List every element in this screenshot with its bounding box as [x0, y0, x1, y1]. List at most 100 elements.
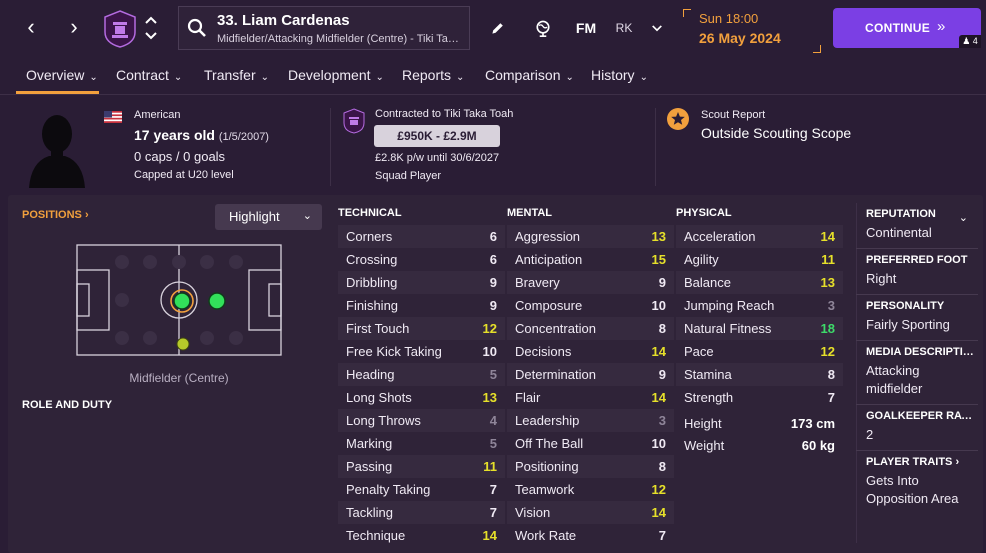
- attribute-row[interactable]: Anticipation 15: [507, 248, 674, 271]
- attribute-row[interactable]: Technique 14: [338, 524, 505, 547]
- attribute-row[interactable]: Passing 11: [338, 455, 505, 478]
- attribute-name: Crossing: [346, 252, 398, 267]
- attribute-row[interactable]: Off The Ball 10: [507, 432, 674, 455]
- edit-icon[interactable]: [488, 16, 508, 40]
- tab-label: Transfer: [204, 67, 256, 83]
- player-traits-section[interactable]: PLAYER TRAITS › Gets Into Opposition Are…: [856, 451, 978, 514]
- goalkeeper-rating-title: GOALKEEPER RATING: [866, 410, 974, 422]
- tab-comparison[interactable]: Comparison ⌄: [485, 67, 574, 83]
- attribute-name: Composure: [515, 298, 583, 313]
- continue-button[interactable]: CONTINUE » ♟ 4: [833, 8, 981, 48]
- attribute-name: Corners: [346, 229, 393, 244]
- attribute-row[interactable]: Teamwork 12: [507, 478, 674, 501]
- physical-title: PHYSICAL: [676, 207, 732, 219]
- tab-development[interactable]: Development ⌄: [288, 67, 384, 83]
- attribute-row[interactable]: Positioning 8: [507, 455, 674, 478]
- personality-value: Fairly Sporting: [866, 317, 950, 332]
- attribute-row[interactable]: Work Rate 7: [507, 524, 674, 547]
- position-pitch: [76, 244, 282, 356]
- attribute-value: 7: [489, 482, 497, 497]
- attribute-row[interactable]: Leadership 3: [507, 409, 674, 432]
- attribute-row[interactable]: Penalty Taking 7: [338, 478, 505, 501]
- positions-link[interactable]: POSITIONS ›: [22, 209, 89, 221]
- tab-bar: Overview ⌄ Contract ⌄ Transfer ⌄ Developmen…: [0, 57, 986, 95]
- chevron-left-icon[interactable]: ‹: [20, 14, 42, 40]
- attribute-row[interactable]: Bravery 9: [507, 271, 674, 294]
- date-day: 26 May 2024: [699, 30, 781, 46]
- tab-reports[interactable]: Reports ⌄: [402, 67, 464, 83]
- attribute-value: 8: [658, 321, 666, 336]
- globe-icon[interactable]: [532, 16, 554, 40]
- tab-label: Contract: [116, 67, 169, 83]
- mental-attributes: MENTAL Aggression 13 Anticipation 15 Bravery…: [507, 207, 674, 547]
- club-badge-icon[interactable]: [103, 10, 137, 48]
- up-down-icon[interactable]: [143, 14, 159, 42]
- scout-report-value[interactable]: Outside Scouting Scope: [701, 125, 851, 141]
- chevron-right-icon[interactable]: ›: [63, 14, 85, 40]
- attribute-row[interactable]: Jumping Reach 3: [676, 294, 843, 317]
- game-date: Sun 18:00 26 May 2024: [683, 9, 821, 53]
- chevron-down-icon[interactable]: [648, 16, 666, 40]
- attribute-name: Balance: [684, 275, 731, 290]
- attribute-row[interactable]: Long Throws 4: [338, 409, 505, 432]
- attribute-row[interactable]: Crossing 6: [338, 248, 505, 271]
- attribute-row[interactable]: Balance 13: [676, 271, 843, 294]
- attribute-row[interactable]: Aggression 13: [507, 225, 674, 248]
- search-icon[interactable]: [187, 18, 207, 38]
- attribute-row[interactable]: Corners 6: [338, 225, 505, 248]
- attribute-value: 14: [651, 390, 666, 405]
- reputation-section[interactable]: REPUTATION Continental ⌄: [856, 203, 978, 249]
- highlight-dropdown[interactable]: Highlight ⌄: [215, 204, 322, 230]
- attribute-value: 13: [651, 229, 666, 244]
- attribute-row[interactable]: Agility 11: [676, 248, 843, 271]
- attribute-value: 3: [827, 298, 835, 313]
- attribute-row[interactable]: Finishing 9: [338, 294, 505, 317]
- tab-history[interactable]: History ⌄: [591, 67, 648, 83]
- player-search-box[interactable]: 33. Liam Cardenas Midfielder/Attacking M…: [178, 6, 470, 50]
- reputation-value: Continental: [866, 225, 932, 240]
- attribute-name: Aggression: [515, 229, 581, 244]
- star-icon: [667, 108, 689, 130]
- chevron-down-icon[interactable]: ⌄: [959, 211, 968, 224]
- attribute-value: 10: [651, 298, 666, 313]
- attribute-value: 10: [482, 344, 497, 359]
- fm-menu-button[interactable]: FM: [573, 16, 599, 40]
- highlight-label: Highlight: [229, 209, 280, 224]
- tab-transfer[interactable]: Transfer ⌄: [204, 67, 269, 83]
- attribute-row[interactable]: Free Kick Taking 10: [338, 340, 505, 363]
- attribute-row[interactable]: Marking 5: [338, 432, 505, 455]
- attribute-row[interactable]: Long Shots 13: [338, 386, 505, 409]
- attribute-row[interactable]: Stamina 8: [676, 363, 843, 386]
- continue-count: 4: [972, 36, 978, 46]
- attribute-row[interactable]: Strength 7: [676, 386, 843, 409]
- attribute-name: Stamina: [684, 367, 732, 382]
- attribute-row[interactable]: Tackling 7: [338, 501, 505, 524]
- attribute-row[interactable]: Heading 5: [338, 363, 505, 386]
- attribute-row[interactable]: Flair 14: [507, 386, 674, 409]
- personality-title: PERSONALITY: [866, 300, 945, 312]
- attribute-name: Marking: [346, 436, 393, 451]
- attribute-value: 9: [489, 275, 497, 290]
- attribute-value: 13: [820, 275, 835, 290]
- attribute-row[interactable]: Vision 14: [507, 501, 674, 524]
- chevron-down-icon: ⌄: [456, 72, 465, 83]
- attribute-name: Free Kick Taking: [346, 344, 442, 359]
- technical-attributes: TECHNICAL Corners 6 Crossing 6 Dribbling 9 Fin…: [338, 207, 505, 547]
- manager-initials[interactable]: RK: [613, 16, 635, 40]
- attribute-row[interactable]: Determination 9: [507, 363, 674, 386]
- attribute-row[interactable]: Composure 10: [507, 294, 674, 317]
- attribute-row[interactable]: Pace 12: [676, 340, 843, 363]
- attribute-row[interactable]: Acceleration 14: [676, 225, 843, 248]
- attribute-row[interactable]: Dribbling 9: [338, 271, 505, 294]
- date-corner-decoration: [683, 9, 691, 17]
- attribute-name: Jumping Reach: [684, 298, 775, 313]
- tab-overview[interactable]: Overview ⌄: [26, 67, 98, 83]
- attribute-row[interactable]: Concentration 8: [507, 317, 674, 340]
- player-info-strip: American 17 years old (1/5/2007) 0 caps …: [0, 96, 986, 192]
- tab-contract[interactable]: Contract ⌄: [116, 67, 182, 83]
- attribute-row[interactable]: Decisions 14: [507, 340, 674, 363]
- attribute-row[interactable]: Natural Fitness 18: [676, 317, 843, 340]
- contracted-club[interactable]: Contracted to Tiki Taka Toah: [375, 108, 513, 120]
- attribute-name: Passing: [346, 459, 393, 474]
- attribute-row[interactable]: First Touch 12: [338, 317, 505, 340]
